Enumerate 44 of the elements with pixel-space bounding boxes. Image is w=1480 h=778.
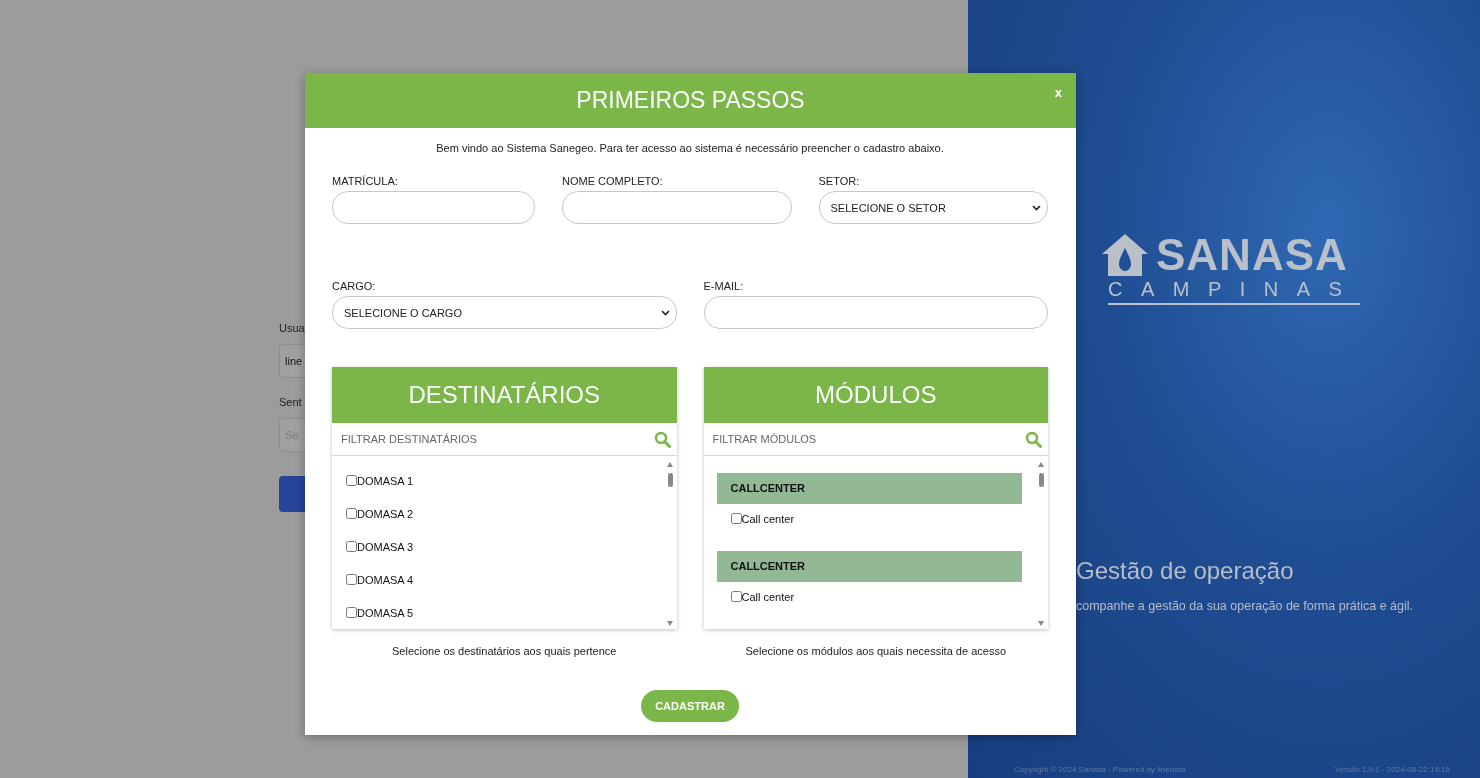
tagline: companhe a gestão da sua operação de forma prática e ágil. [1076, 599, 1415, 613]
list-item[interactable]: Call center [716, 503, 1022, 534]
headline: Gestão de operação [1076, 557, 1295, 585]
checkbox[interactable] [346, 541, 357, 552]
panel-title: DESTINATÁRIOS [332, 367, 677, 423]
logo-text: SANASA [1156, 233, 1348, 277]
modal-title: PRIMEIROS PASSOS [576, 87, 805, 114]
search-icon[interactable] [653, 430, 671, 448]
hint-text: Selecione os destinatários aos quais pertence [392, 645, 617, 657]
intro-text: Bem vindo ao Sistema Sanegeo. Para ter acesso ao sistema é necessário preencher o cadastro abaixo. [435, 142, 945, 154]
field-label: NOME COMPLETO: [562, 175, 664, 187]
field-label: E-MAIL: [703, 280, 745, 292]
panel-title: MÓDULOS [703, 367, 1048, 423]
input-field[interactable] [562, 191, 792, 224]
checkbox[interactable] [346, 607, 357, 618]
group-header: CALLCENTER [716, 473, 1022, 504]
select-field[interactable]: SELECIONE O CARGO [332, 296, 677, 329]
chevron-icon [1032, 204, 1041, 211]
checkbox[interactable] [346, 574, 357, 585]
input-field[interactable] [332, 191, 535, 224]
checkbox[interactable] [346, 475, 357, 486]
checkbox[interactable] [346, 508, 357, 519]
logo-subtitle: CAMPINAS [1108, 278, 1361, 305]
group-header: CALLCENTER [716, 551, 1022, 582]
select-field[interactable]: SELECIONE O SETOR [818, 191, 1048, 224]
version-text: Versão 1.0.1 - 2024-08-22 19:15 [1334, 765, 1450, 774]
list-item[interactable]: DOMASA 1 [346, 464, 665, 497]
hint-text: Selecione os módulos aos quais necessita de acesso [745, 645, 1006, 657]
field-label: Sent [279, 396, 303, 408]
checkbox[interactable] [730, 591, 742, 603]
search-icon[interactable] [1025, 430, 1042, 448]
checkbox[interactable] [730, 513, 742, 525]
list-item[interactable]: DOMASA 5 [346, 596, 665, 629]
list-item[interactable]: DOMASA 3 [346, 530, 665, 563]
house-drop-icon [1100, 232, 1150, 278]
list-item[interactable]: Call center [716, 581, 1022, 612]
field-label: SETOR: [818, 175, 861, 187]
list-item[interactable]: DOMASA 4 [346, 563, 665, 596]
input-field[interactable] [703, 296, 1048, 329]
field-label: MATRÍCULA: [332, 175, 399, 187]
field-label: Usua [279, 322, 306, 334]
field-label: CARGO: [332, 280, 377, 292]
list-item[interactable]: DOMASA 2 [346, 497, 665, 530]
chevron-icon [660, 309, 670, 316]
